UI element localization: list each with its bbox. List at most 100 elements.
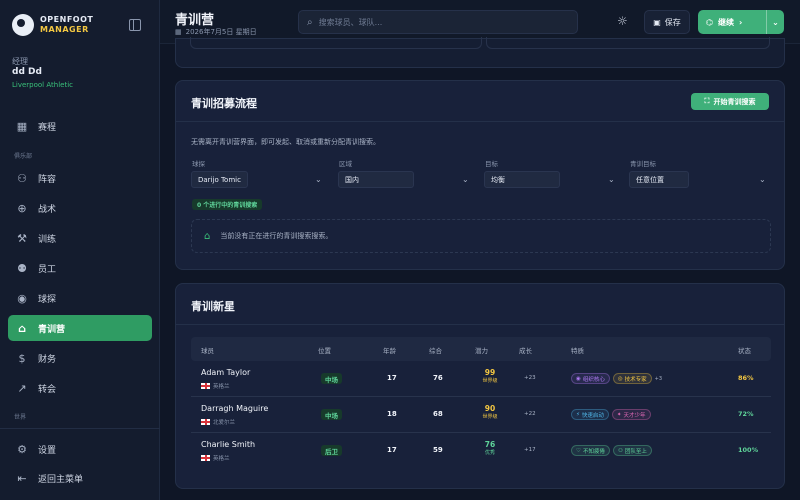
player-nationality: 英格兰 bbox=[201, 454, 230, 462]
player-potential: 99 世界级 bbox=[479, 368, 501, 384]
trait-label: 团队至上 bbox=[624, 448, 647, 455]
nav-item-youth[interactable]: ⌂ 青训营 bbox=[8, 315, 152, 341]
trait-badge[interactable]: ◎ 技术专家 bbox=[612, 373, 652, 384]
flag-icon bbox=[201, 419, 210, 425]
nav-label: 战术 bbox=[38, 204, 57, 215]
scout-label: 球探 bbox=[192, 160, 205, 168]
focus-label: 目标 bbox=[485, 160, 498, 168]
nav-item-finances[interactable]: $ 财务 bbox=[8, 345, 152, 371]
app-name-line1: OPENFOOT bbox=[40, 15, 94, 24]
nav-item-training[interactable]: ⚒ 训练 bbox=[8, 225, 152, 251]
more-traits[interactable]: +3 bbox=[655, 376, 662, 382]
search-bar[interactable]: ⌕ bbox=[298, 10, 578, 34]
scan-icon: ⛶ bbox=[704, 97, 710, 105]
player-growth: +23 bbox=[524, 375, 536, 381]
scout-select[interactable]: Darijo Tomic ⌄ bbox=[191, 171, 327, 188]
trait-badge[interactable]: ⚡ 快速启动 bbox=[571, 409, 609, 420]
position-badge: 中场 bbox=[321, 373, 342, 384]
manager-club: Liverpool Athletic bbox=[12, 81, 73, 89]
chevron-down-icon: ⌄ bbox=[608, 175, 615, 184]
gamepad-icon: ⌬ bbox=[706, 17, 713, 27]
col-traits[interactable]: 特质 bbox=[571, 345, 584, 355]
nav-item-squad[interactable]: ⚇ 阵容 bbox=[8, 165, 152, 191]
continue-button[interactable]: ⌬ 继续 › ⌄ bbox=[698, 10, 784, 34]
table-header: 球员 位置 年龄 综合 潜力 成长 特质 状态 bbox=[191, 337, 771, 361]
trait-icon: ✦ bbox=[616, 411, 622, 418]
nav-item-staff[interactable]: ⚉ 员工 bbox=[8, 255, 152, 281]
nav-section-more: 世界 bbox=[14, 414, 27, 421]
nav-label: 财务 bbox=[38, 354, 57, 365]
nationality-text: 英格兰 bbox=[213, 456, 230, 462]
table-body: Adam Taylor 英格兰 中场 17 76 99 世界级 +23 ◉ 组织核心 ◎ 技术专家 +3… bbox=[191, 361, 771, 469]
continue-main[interactable]: ⌬ 继续 › bbox=[698, 10, 766, 34]
trait-badge[interactable]: ◉ 组织核心 bbox=[571, 373, 610, 384]
nav-item-scouting[interactable]: ◉ 球探 bbox=[8, 285, 152, 311]
trending-up-icon: ↗ bbox=[17, 381, 27, 395]
nav-label: 阵容 bbox=[38, 174, 57, 185]
col-player[interactable]: 球员 bbox=[201, 345, 214, 355]
chevron-down-icon: ⌄ bbox=[315, 175, 322, 184]
player-status: 72% bbox=[738, 410, 754, 418]
sun-icon[interactable]: ☼ bbox=[617, 14, 628, 28]
chevron-down-icon: ⌄ bbox=[462, 175, 469, 184]
table-row[interactable]: Charlie Smith 英格兰 后卫 17 59 76 优秀 +17 ♡ 不知疲倦 ⚇ 团队至上 1… bbox=[191, 433, 771, 469]
player-growth: +22 bbox=[524, 411, 536, 417]
date-text: 2026年7月5日 星期日 bbox=[185, 28, 257, 36]
player-name[interactable]: Charlie Smith bbox=[201, 440, 255, 449]
sidebar: OPENFOOT MANAGER 经理 dd Dd Liverpool Athl… bbox=[0, 0, 160, 500]
previous-card-panel bbox=[190, 37, 482, 49]
save-button[interactable]: ▣ 保存 bbox=[644, 10, 690, 34]
col-potential[interactable]: 潜力 bbox=[475, 345, 488, 355]
table-row[interactable]: Adam Taylor 英格兰 中场 17 76 99 世界级 +23 ◉ 组织核心 ◎ 技术专家 +3… bbox=[191, 361, 771, 397]
nav-label: 返回主菜单 bbox=[38, 474, 84, 485]
search-input[interactable] bbox=[318, 17, 559, 27]
youth-prospects-card: 青训新星 球员 位置 年龄 综合 潜力 成长 特质 状态 Adam Taylor… bbox=[175, 283, 785, 489]
player-growth: +17 bbox=[524, 447, 536, 453]
trait-icon: ⚇ bbox=[617, 447, 623, 454]
player-name[interactable]: Adam Taylor bbox=[201, 368, 250, 377]
nav-item-schedule[interactable]: ▦ 赛程 bbox=[8, 113, 152, 139]
player-traits: ◉ 组织核心 ◎ 技术专家 +3 bbox=[571, 373, 662, 384]
col-growth[interactable]: 成长 bbox=[519, 345, 532, 355]
trait-badge[interactable]: ♡ 不知疲倦 bbox=[571, 445, 610, 456]
save-icon: ▣ bbox=[653, 17, 661, 27]
trait-icon: ♡ bbox=[576, 447, 581, 454]
dumbbell-icon: ⚒ bbox=[17, 231, 27, 245]
col-overall[interactable]: 综合 bbox=[429, 345, 442, 355]
active-searches-badge: 0 个进行中的青训搜索 bbox=[192, 199, 263, 210]
player-traits: ⚡ 快速启动 ✦ 天才少年 bbox=[571, 409, 651, 420]
sidebar-divider bbox=[0, 428, 160, 429]
trait-badge[interactable]: ⚇ 团队至上 bbox=[612, 445, 652, 456]
nav-item-tactics[interactable]: ⊕ 战术 bbox=[8, 195, 152, 221]
potential-label: 优秀 bbox=[484, 450, 495, 456]
collapse-sidebar-icon[interactable] bbox=[129, 19, 141, 31]
nav-item-main-menu[interactable]: ⇤ 返回主菜单 bbox=[8, 465, 152, 491]
app-name-line2: MANAGER bbox=[40, 25, 89, 34]
col-age[interactable]: 年龄 bbox=[383, 345, 396, 355]
trait-label: 快速启动 bbox=[581, 412, 604, 419]
nav-label: 青训营 bbox=[38, 324, 66, 335]
graduation-cap-icon: ⌂ bbox=[18, 321, 26, 335]
calendar-icon: ▦ bbox=[175, 28, 182, 36]
nav-item-transfers[interactable]: ↗ 转会 bbox=[8, 375, 152, 401]
calendar-icon: ▦ bbox=[16, 119, 28, 133]
target-select[interactable]: 任意位置 ⌄ bbox=[629, 171, 771, 188]
player-overall: 68 bbox=[433, 410, 443, 418]
focus-select[interactable]: 均衡 ⌄ bbox=[484, 171, 620, 188]
region-select[interactable]: 国内 ⌄ bbox=[338, 171, 474, 188]
player-name[interactable]: Darragh Maguire bbox=[201, 404, 268, 413]
target-label: 青训目标 bbox=[630, 160, 656, 168]
table-row[interactable]: Darragh Maguire 北爱尔兰 中场 18 68 90 世界级 +22 ⚡ 快速启动 ✦ 天… bbox=[191, 397, 771, 433]
col-position[interactable]: 位置 bbox=[318, 345, 331, 355]
start-youth-search-button[interactable]: ⛶ 开始青训搜索 bbox=[691, 93, 769, 110]
flag-icon bbox=[201, 383, 210, 389]
nav-item-settings[interactable]: ⚙ 设置 bbox=[8, 436, 152, 462]
continue-dropdown[interactable]: ⌄ bbox=[766, 10, 784, 34]
target-value: 任意位置 bbox=[629, 171, 689, 188]
trait-badge[interactable]: ✦ 天才少年 bbox=[611, 409, 651, 420]
col-status[interactable]: 状态 bbox=[738, 345, 751, 355]
focus-value: 均衡 bbox=[484, 171, 560, 188]
save-label: 保存 bbox=[664, 17, 681, 27]
app-logo[interactable]: OPENFOOT MANAGER bbox=[12, 14, 93, 36]
divider bbox=[176, 324, 784, 325]
